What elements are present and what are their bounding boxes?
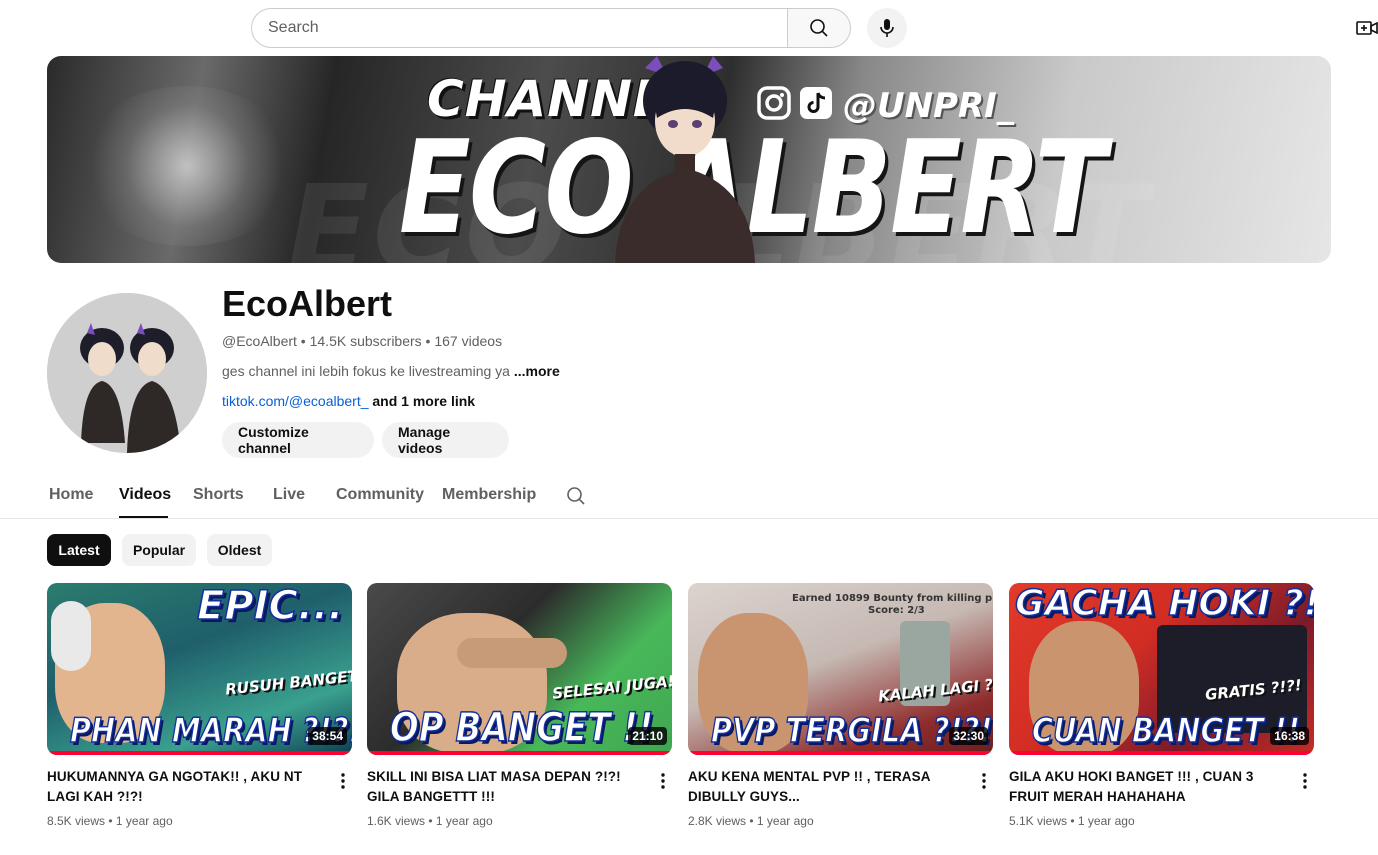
- filter-oldest[interactable]: Oldest: [207, 534, 272, 566]
- video-menu-button[interactable]: [1297, 771, 1313, 791]
- video-card[interactable]: GACHA HOKI ?!?! GRATIS ?!?! CUAN BANGET …: [1009, 583, 1314, 828]
- video-duration: 21:10: [628, 727, 667, 745]
- video-stats: 5.1K views • 1 year ago: [1009, 814, 1135, 828]
- video-stats: 8.5K views • 1 year ago: [47, 814, 173, 828]
- description-more-link[interactable]: ...more: [514, 363, 560, 379]
- channel-avatar[interactable]: [47, 293, 207, 453]
- instagram-icon: [757, 86, 791, 120]
- tab-live[interactable]: Live: [273, 486, 305, 504]
- video-age: 1 year ago: [435, 814, 493, 828]
- more-vert-icon: [982, 773, 986, 789]
- more-vert-icon: [661, 773, 665, 789]
- video-age: 1 year ago: [756, 814, 814, 828]
- thumbnail-arm: [457, 638, 567, 668]
- thumbnail-bounty-text: Earned 10899 Bounty from killing phangem…: [792, 593, 993, 604]
- thumbnail-headphones: [51, 601, 91, 671]
- create-button[interactable]: [1356, 16, 1378, 40]
- channel-links: tiktok.com/@ecoalbert_ and 1 more link: [222, 392, 475, 410]
- thumbnail-sub-text: SELESAI JUGA!!: [551, 671, 672, 703]
- tab-shorts[interactable]: Shorts: [193, 486, 244, 504]
- video-thumbnail[interactable]: Earned 10899 Bounty from killing phangem…: [688, 583, 993, 755]
- more-vert-icon: [341, 773, 345, 789]
- video-title[interactable]: SKILL INI BISA LIAT MASA DEPAN ?!?! GILA…: [367, 767, 647, 807]
- stats-separator: •: [1067, 814, 1078, 828]
- video-age: 1 year ago: [1077, 814, 1135, 828]
- channel-description[interactable]: ges channel ini lebih fokus ke livestrea…: [222, 362, 560, 380]
- video-thumbnail[interactable]: GACHA HOKI ?!?! GRATIS ?!?! CUAN BANGET …: [1009, 583, 1314, 755]
- thumbnail-bottom-text: PHAN MARAH ?!?!: [69, 710, 352, 752]
- search-button[interactable]: [787, 8, 851, 48]
- tiktok-link[interactable]: tiktok.com/@ecoalbert_: [222, 393, 369, 409]
- banner-smoke: [77, 86, 297, 246]
- video-views: 8.5K views: [47, 814, 106, 828]
- channel-name: EcoAlbert: [222, 283, 393, 324]
- channel-handle: @EcoAlbert: [222, 333, 297, 349]
- tab-membership[interactable]: Membership: [442, 486, 536, 504]
- banner-handle-text: @UNPRI_: [843, 86, 1014, 126]
- filter-latest[interactable]: Latest: [47, 534, 111, 566]
- video-duration: 38:54: [308, 727, 347, 745]
- video-views: 1.6K views: [367, 814, 426, 828]
- active-tab-indicator: [119, 516, 168, 518]
- video-title[interactable]: HUKUMANNYA GA NGOTAK!! , AKU NT LAGI KAH…: [47, 767, 327, 807]
- search-icon: [810, 19, 828, 37]
- video-count: 167 videos: [434, 333, 503, 349]
- video-age: 1 year ago: [115, 814, 173, 828]
- stats-separator: •: [105, 814, 116, 828]
- customize-channel-button[interactable]: Customize channel: [222, 422, 374, 458]
- thumbnail-sub-text: RUSUH BANGET!!: [224, 665, 352, 699]
- tab-community[interactable]: Community: [336, 486, 424, 504]
- meta-separator: •: [421, 333, 435, 349]
- video-duration: 16:38: [1270, 727, 1309, 745]
- create-video-icon: [1356, 21, 1378, 35]
- subscriber-count: 14.5K subscribers: [309, 333, 422, 349]
- video-thumbnail[interactable]: SELESAI JUGA!! OP BANGET !! 21:10: [367, 583, 672, 755]
- thumbnail-progress-bar: [688, 751, 993, 755]
- banner-character-illustration: [615, 56, 755, 263]
- video-menu-button[interactable]: [335, 771, 351, 791]
- video-stats: 2.8K views • 1 year ago: [688, 814, 814, 828]
- video-menu-button[interactable]: [655, 771, 671, 791]
- video-menu-button[interactable]: [976, 771, 992, 791]
- video-card[interactable]: SELESAI JUGA!! OP BANGET !! 21:10 SKILL …: [367, 583, 672, 828]
- more-links-link[interactable]: and 1 more link: [372, 393, 475, 409]
- tab-videos[interactable]: Videos: [119, 486, 171, 504]
- thumbnail-top-text: EPIC...: [196, 583, 344, 630]
- meta-separator: •: [296, 333, 310, 349]
- video-views: 5.1K views: [1009, 814, 1068, 828]
- thumbnail-bottom-text: PVP TERGILA ?!?!: [710, 710, 993, 752]
- voice-search-button[interactable]: [867, 8, 907, 48]
- microphone-icon: [880, 19, 894, 37]
- search-input[interactable]: [251, 8, 787, 48]
- manage-videos-button[interactable]: Manage videos: [382, 422, 509, 458]
- channel-banner: ECO ALBERT CHANNEL ECO ALBERT @UNPRI_: [47, 56, 1331, 263]
- video-duration: 32:30: [949, 727, 988, 745]
- thumbnail-score-text: Score: 2/3: [868, 605, 925, 616]
- tab-home[interactable]: Home: [49, 486, 93, 504]
- channel-meta: @EcoAlbert • 14.5K subscribers • 167 vid…: [222, 332, 502, 350]
- search-bar: [251, 8, 851, 48]
- video-title[interactable]: GILA AKU HOKI BANGET !!! , CUAN 3 FRUIT …: [1009, 767, 1289, 807]
- video-card[interactable]: Earned 10899 Bounty from killing phangem…: [688, 583, 993, 828]
- tiktok-icon: [800, 87, 832, 119]
- channel-tabs: Home Videos Shorts Live Community Member…: [0, 470, 1378, 519]
- stats-separator: •: [746, 814, 757, 828]
- search-icon[interactable]: [564, 484, 588, 508]
- more-vert-icon: [1303, 773, 1307, 789]
- video-card[interactable]: EPIC... RUSUH BANGET!! PHAN MARAH ?!?! 3…: [47, 583, 352, 828]
- thumbnail-bottom-text: CUAN BANGET !!: [1031, 710, 1301, 752]
- thumbnail-bottom-text: OP BANGET !!: [389, 704, 654, 752]
- video-title[interactable]: AKU KENA MENTAL PVP !! , TERASA DIBULLY …: [688, 767, 968, 807]
- video-thumbnail[interactable]: EPIC... RUSUH BANGET!! PHAN MARAH ?!?! 3…: [47, 583, 352, 755]
- description-text: ges channel ini lebih fokus ke livestrea…: [222, 363, 514, 379]
- video-views: 2.8K views: [688, 814, 747, 828]
- thumbnail-progress-bar: [1009, 751, 1314, 755]
- stats-separator: •: [425, 814, 436, 828]
- thumbnail-progress-bar: [367, 751, 672, 755]
- avatar-illustration: [47, 293, 207, 453]
- thumbnail-top-text: GACHA HOKI ?!?!: [1014, 583, 1314, 625]
- thumbnail-progress-bar: [47, 751, 352, 755]
- filter-popular[interactable]: Popular: [122, 534, 196, 566]
- video-stats: 1.6K views • 1 year ago: [367, 814, 493, 828]
